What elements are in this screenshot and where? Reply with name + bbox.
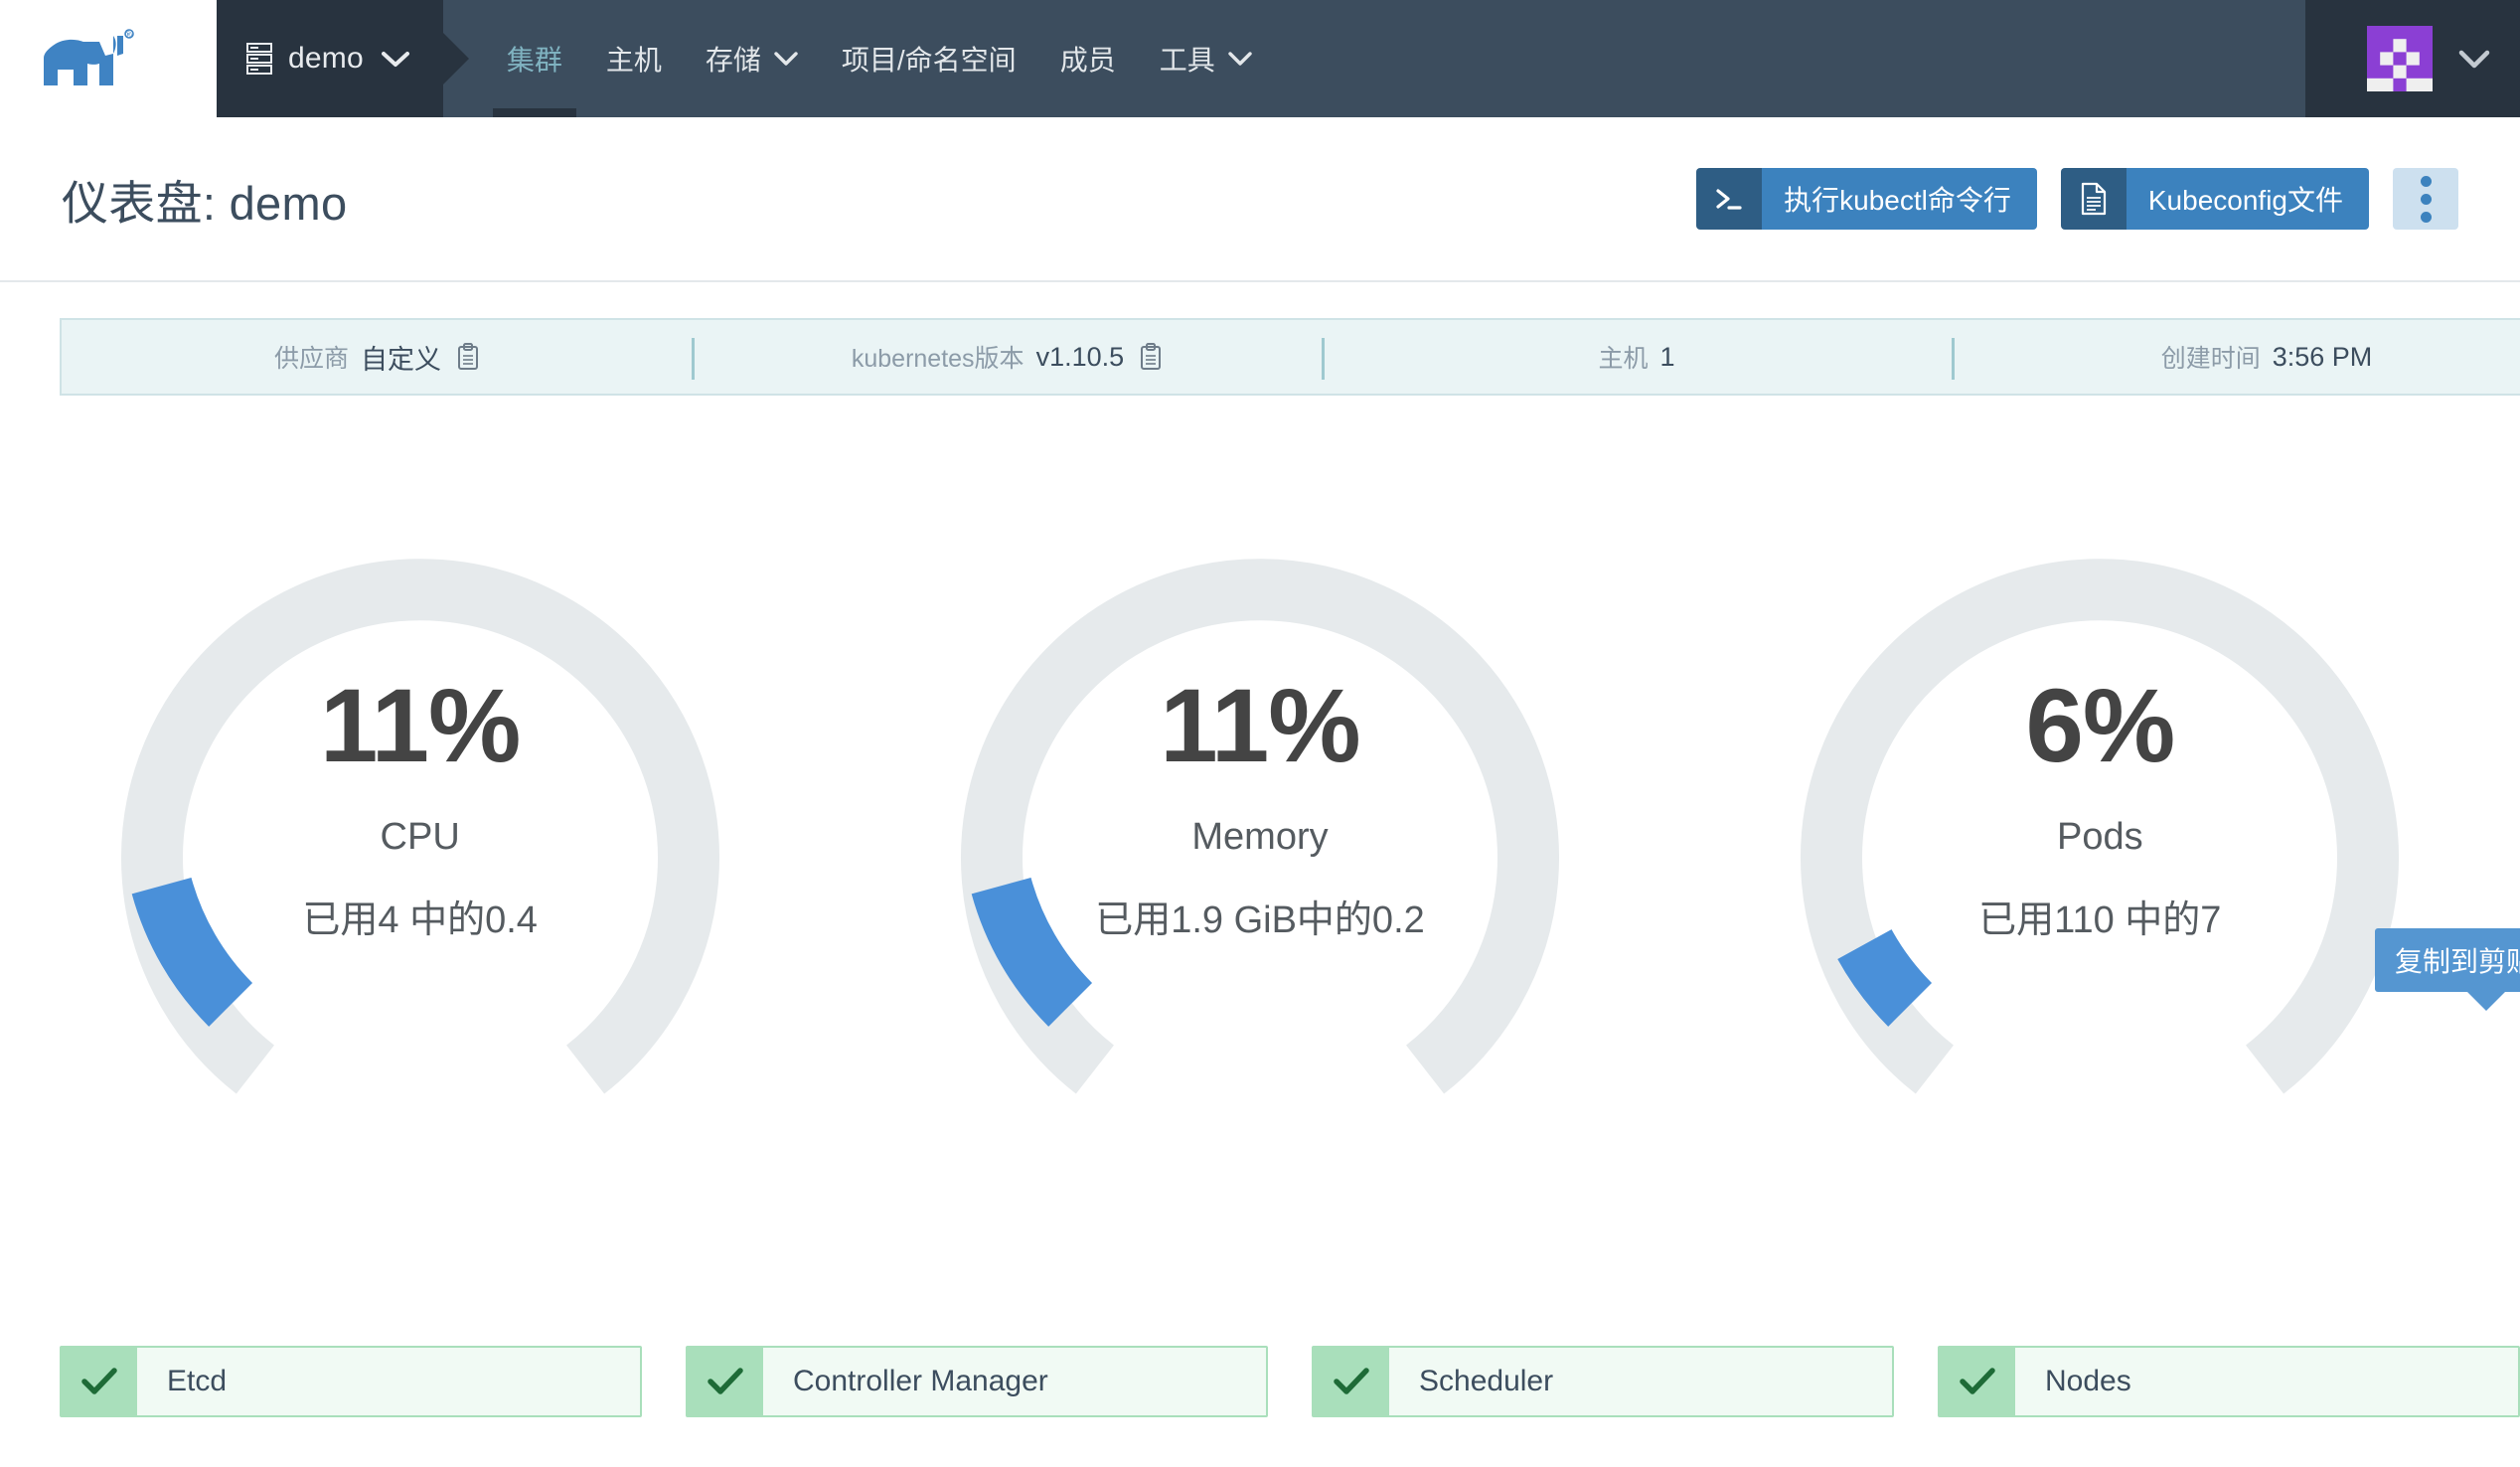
info-cell-hosts: 主机 1 [1322,320,1952,394]
gauge-memory: 11% Memory 已用1.9 GiB中的0.2 [840,437,1679,1153]
nav-link-label: 存储 [706,39,761,79]
chevron-down-icon [2458,50,2490,69]
nav-link-label: 主机 [606,39,662,79]
nav-link-label: 项目/命名空间 [842,39,1017,79]
more-actions-icon [2421,212,2432,223]
chevron-down-icon [382,51,409,68]
more-actions-icon [2421,176,2432,187]
nav-link-hosts[interactable]: 主机 [584,0,684,117]
status-label: Nodes [2015,1348,2131,1415]
nav-link-tools[interactable]: 工具 [1138,0,1274,117]
status-item-nodes[interactable]: Nodes [1938,1346,2520,1417]
server-rack-icon [246,43,272,75]
main-nav-links: 集群 主机 存储 项目/命名空间 成员 工具 [485,0,1274,117]
component-status-row: Etcd Controller Manager Scheduler Nodes [60,1346,2520,1417]
info-cell-kubernetes-version: kubernetes版本 v1.10.5 [692,320,1322,394]
rancher-cow-logo: ® [34,24,183,93]
clipboard-copy-icon[interactable] [457,343,479,371]
info-key: 主机 [1598,339,1648,375]
status-label: Etcd [137,1348,227,1415]
cluster-picker[interactable]: demo [217,0,443,117]
more-actions-button[interactable] [2393,168,2458,230]
status-item-etcd[interactable]: Etcd [60,1346,642,1417]
user-menu[interactable] [2305,0,2520,117]
kubeconfig-file-label: Kubeconfig文件 [2126,168,2369,230]
rancher-logo[interactable]: ® [0,0,217,117]
info-cell-provider: 供应商 自定义 [62,320,692,394]
status-item-scheduler[interactable]: Scheduler [1312,1346,1894,1417]
chevron-down-icon [1228,52,1252,66]
nav-link-members[interactable]: 成员 [1038,0,1138,117]
nav-link-label: 集群 [507,39,562,79]
status-item-controller-manager[interactable]: Controller Manager [686,1346,1268,1417]
status-label: Controller Manager [763,1348,1048,1415]
status-label: Scheduler [1389,1348,1553,1415]
cluster-info-strip: 供应商 自定义 kubernetes版本 v1.10.5 主机 1 创建时间 3… [60,318,2520,396]
cluster-name-label: demo [288,42,364,76]
info-key: 创建时间 [2161,339,2261,375]
info-value: 1 [1659,342,1674,373]
svg-text:®: ® [125,30,132,40]
nav-link-clusters[interactable]: 集群 [485,0,584,117]
info-key: kubernetes版本 [852,339,1024,375]
clipboard-copy-icon[interactable] [1140,343,1162,371]
top-navigation-bar: ® demo 集群 主机 存储 项目/命名空间 [0,0,2520,117]
check-icon [1940,1348,2015,1415]
nav-link-label: 工具 [1160,39,1215,79]
terminal-icon [1696,168,1762,230]
info-value: v1.10.5 [1036,342,1125,373]
launch-kubectl-button[interactable]: 执行kubectl命令行 [1696,168,2037,230]
chevron-down-icon [774,52,798,66]
gauge-pods: 6% Pods 已用110 中的7 [1680,437,2520,1153]
info-cell-created: 创建时间 3:56 PM [1952,320,2520,394]
launch-kubectl-label: 执行kubectl命令行 [1762,168,2037,230]
nav-spacer [1274,0,2305,117]
more-actions-icon [2421,194,2432,205]
gauge-cpu: 11% CPU 已用4 中的0.4 [0,437,840,1153]
info-key: 供应商 [274,339,349,375]
info-value: 自定义 [361,338,441,377]
file-document-icon [2061,168,2126,230]
check-icon [688,1348,763,1415]
gauge-memory-arc [882,437,1638,1133]
page-title: 仪表盘: demo [62,165,347,234]
gauge-cpu-arc [43,437,798,1133]
check-icon [1314,1348,1389,1415]
nav-link-projects-namespaces[interactable]: 项目/命名空间 [820,0,1038,117]
gauge-pods-arc [1722,437,2477,1133]
nav-link-storage[interactable]: 存储 [684,0,820,117]
info-value: 3:56 PM [2273,342,2373,373]
check-icon [62,1348,137,1415]
resource-gauges: 11% CPU 已用4 中的0.4 11% Memory 已用1.9 GiB中的… [0,437,2520,1193]
page-header: 仪表盘: demo 执行kubectl命令行 [0,117,2520,282]
kubeconfig-file-button[interactable]: Kubeconfig文件 [2061,168,2369,230]
user-identicon-avatar [2367,26,2433,91]
nav-link-label: 成员 [1060,39,1116,79]
copy-to-clipboard-tooltip: 复制到剪贴板 [2375,928,2520,992]
header-actions: 执行kubectl命令行 Kubeconfig文件 [1696,168,2458,230]
